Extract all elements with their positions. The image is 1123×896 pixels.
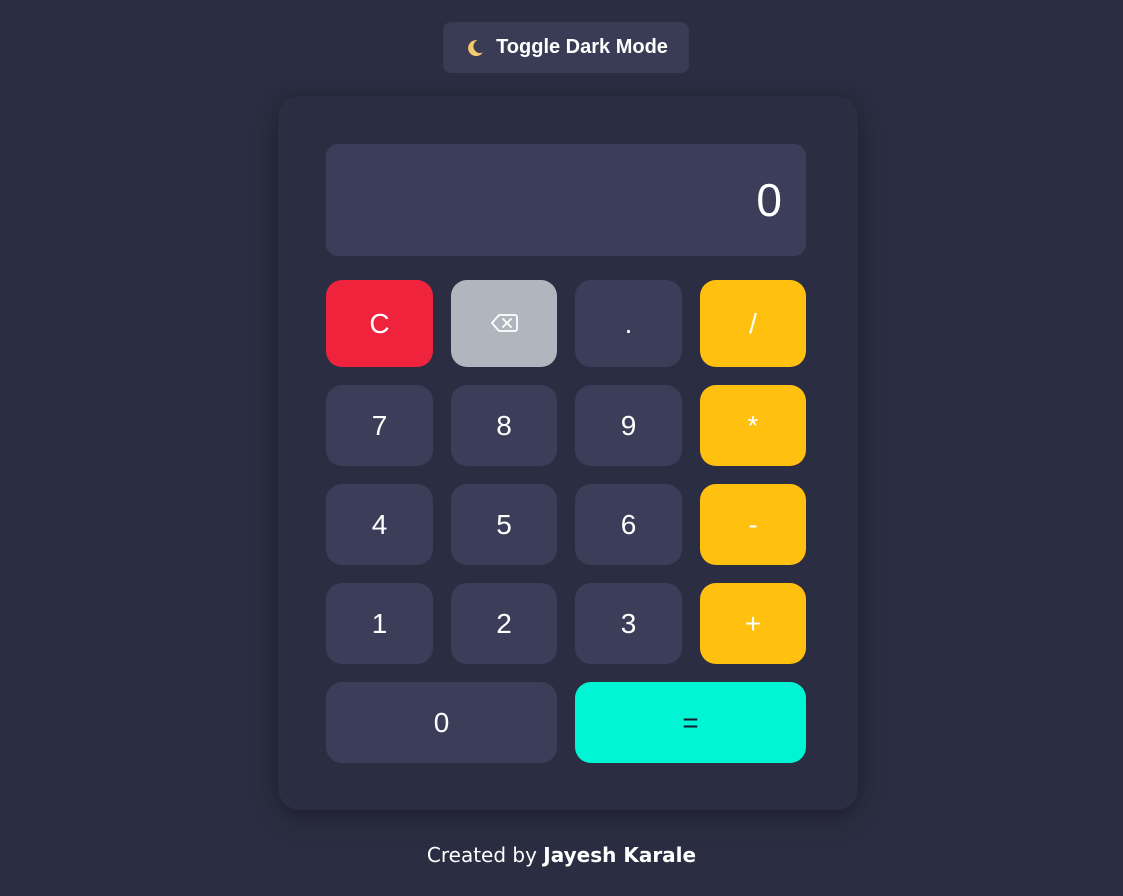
display-value: 0 — [756, 174, 782, 226]
add-button[interactable]: + — [700, 583, 806, 664]
digit-6-button[interactable]: 6 — [575, 484, 682, 565]
digit-8-button[interactable]: 8 — [451, 385, 557, 466]
divide-button[interactable]: / — [700, 280, 806, 367]
equals-button[interactable]: = — [575, 682, 806, 763]
calculator-display: 0 — [326, 144, 806, 256]
digit-4-button[interactable]: 4 — [326, 484, 433, 565]
digit-5-button[interactable]: 5 — [451, 484, 557, 565]
digit-9-button[interactable]: 9 — [575, 385, 682, 466]
digit-3-button[interactable]: 3 — [575, 583, 682, 664]
digit-7-button[interactable]: 7 — [326, 385, 433, 466]
multiply-button[interactable]: * — [700, 385, 806, 466]
footer-prefix: Created by — [426, 843, 537, 867]
toggle-label: Toggle Dark Mode — [496, 36, 668, 58]
toggle-dark-mode-button[interactable]: Toggle Dark Mode — [443, 22, 689, 73]
backspace-icon — [490, 308, 518, 340]
digit-2-button[interactable]: 2 — [451, 583, 557, 664]
backspace-button[interactable] — [451, 280, 557, 367]
footer-credit: Created by Jayesh Karale — [0, 843, 1123, 867]
footer-author: Jayesh Karale — [543, 843, 697, 867]
digit-0-button[interactable]: 0 — [326, 682, 557, 763]
clear-button[interactable]: C — [326, 280, 433, 367]
subtract-button[interactable]: - — [700, 484, 806, 565]
page: Toggle Dark Mode 0 C . / 7 8 9 * 4 5 6 -… — [0, 0, 1123, 896]
digit-1-button[interactable]: 1 — [326, 583, 433, 664]
moon-icon — [464, 37, 486, 59]
decimal-button[interactable]: . — [575, 280, 682, 367]
